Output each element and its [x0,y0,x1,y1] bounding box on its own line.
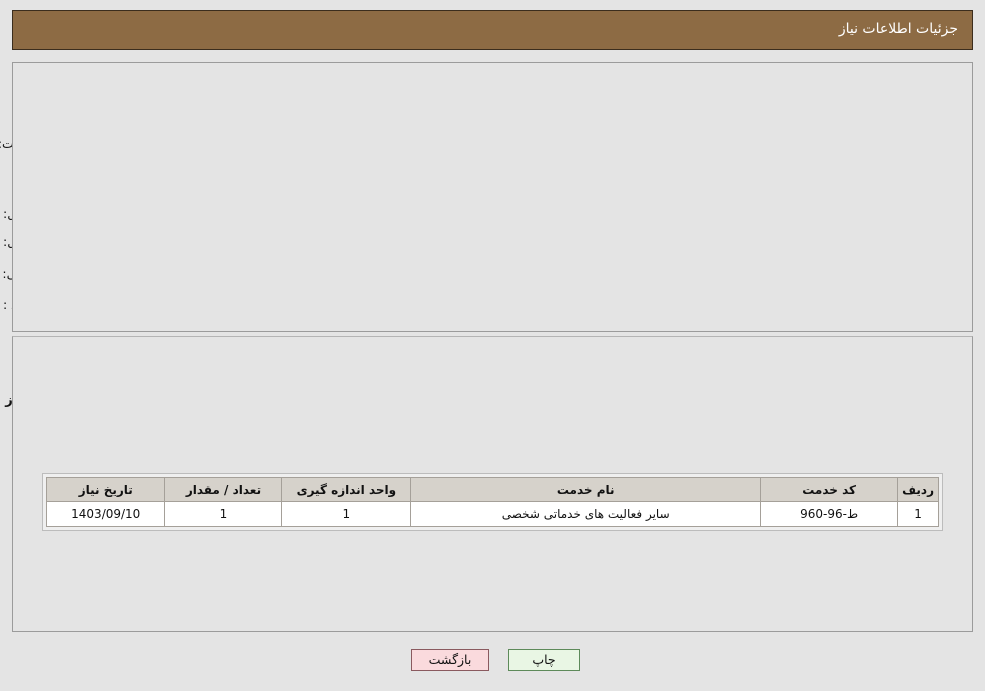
cell-unit: 1 [281,501,412,527]
col-row-no: ردیف [897,477,939,502]
cell-need-date: 1403/09/10 [45,501,166,527]
col-service-name: نام خدمت [410,477,762,502]
print-button[interactable]: چاپ [508,649,580,671]
table-row: 1 ط-96-960 سایر فعالیت های خدماتی شخصی 1… [45,501,939,527]
need-details-panel [12,62,973,332]
col-unit: واحد اندازه گیری [281,477,412,502]
cell-service-name: سایر فعالیت های خدماتی شخصی [410,501,762,527]
services-table-header-row: ردیف کد خدمت نام خدمت واحد اندازه گیری ت… [45,477,939,502]
title-bar: جزئیات اطلاعات نیاز [12,10,973,50]
cell-service-code: ط-96-960 [760,501,899,527]
col-service-code: کد خدمت [760,477,899,502]
page-root: AriaTender.net جزئیات اطلاعات نیاز شماره… [0,0,985,691]
cell-quantity: 1 [164,501,283,527]
cell-row-no: 1 [897,501,939,527]
col-quantity: تعداد / مقدار [164,477,283,502]
back-button[interactable]: بازگشت [411,649,489,671]
page-title: جزئیات اطلاعات نیاز [838,21,958,37]
col-need-date: تاریخ نیاز [45,477,166,502]
services-table: ردیف کد خدمت نام خدمت واحد اندازه گیری ت… [45,477,939,527]
